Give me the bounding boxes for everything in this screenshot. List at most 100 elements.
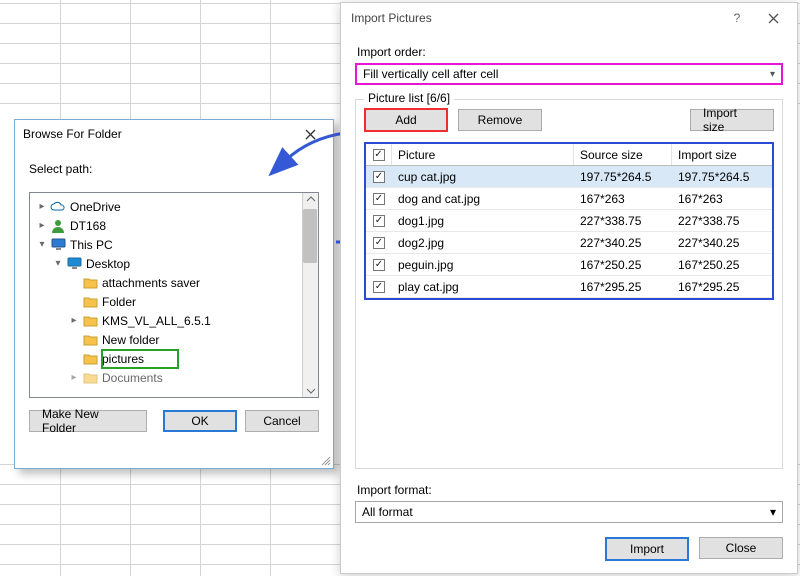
row-checkbox[interactable] [366,171,392,183]
tree-label: This PC [70,236,113,254]
header-picture[interactable]: Picture [392,144,574,165]
table-row[interactable]: peguin.jpg167*250.25167*250.25 [366,254,772,276]
resize-grip-icon[interactable] [321,456,331,466]
btn-label: Close [726,541,757,555]
ok-button[interactable]: OK [163,410,237,432]
tree-item-pictures[interactable]: pictures [68,349,316,368]
chevron-down-icon: ▾ [36,236,48,254]
cell-picture: play cat.jpg [392,280,574,294]
cell-import-size: 227*338.75 [672,214,772,228]
table-row[interactable]: dog1.jpg227*338.75227*338.75 [366,210,772,232]
cell-import-size: 167*295.25 [672,280,772,294]
row-checkbox[interactable] [366,237,392,249]
bff-title-text: Browse For Folder [23,120,122,148]
checkbox-icon [373,215,385,227]
tree-item-thispc[interactable]: ▾ This PC [36,235,316,254]
combo-value: Fill vertically cell after cell [363,67,498,81]
close-button[interactable] [755,5,791,31]
tree-item-newfolder[interactable]: New folder [68,330,316,349]
cell-picture: dog1.jpg [392,214,574,228]
tree-label-selected: pictures [102,350,178,368]
checkbox-icon [373,171,385,183]
btn-label: Import [630,542,664,556]
header-import-size[interactable]: Import size [672,144,772,165]
table-row[interactable]: cup cat.jpg197.75*264.5197.75*264.5 [366,166,772,188]
cell-picture: peguin.jpg [392,258,574,272]
cell-import-size: 197.75*264.5 [672,170,772,184]
chevron-right-icon: ▸ [68,369,80,387]
btn-label: Cancel [263,414,300,428]
picture-table: Picture Source size Import size cup cat.… [364,142,774,300]
chevron-down-icon: ▾ [770,69,775,80]
remove-button[interactable]: Remove [458,109,542,131]
close-button[interactable]: Close [699,537,783,559]
chevron-right-icon: ▸ [36,198,48,216]
select-path-label: Select path: [29,162,319,176]
scrollbar-thumb[interactable] [303,209,317,263]
cell-import-size: 167*263 [672,192,772,206]
checkbox-icon [373,237,385,249]
cancel-button[interactable]: Cancel [245,410,319,432]
checkbox-icon [373,193,385,205]
make-new-folder-button[interactable]: Make New Folder [29,410,147,432]
tree-item-documents[interactable]: ▸ Documents [68,368,316,387]
tree-label: Desktop [86,255,130,273]
tree-label: OneDrive [70,198,121,216]
tree-label: DT168 [70,217,106,235]
btn-label: Add [395,113,416,127]
header-checkbox[interactable] [366,144,392,165]
combo-value: All format [362,505,413,519]
table-row[interactable]: play cat.jpg167*295.25167*295.25 [366,276,772,298]
import-pictures-dialog: Import Pictures ? Import order: Fill ver… [340,2,798,574]
tree-label: Documents [102,369,163,387]
cell-source-size: 167*250.25 [574,258,672,272]
import-format-combo[interactable]: All format ▾ [355,501,783,523]
cell-source-size: 167*263 [574,192,672,206]
folder-icon [82,313,98,329]
tree-label: Folder [102,293,136,311]
row-checkbox[interactable] [366,281,392,293]
checkbox-icon [373,281,385,293]
scroll-down-icon [303,385,319,397]
ip-titlebar[interactable]: Import Pictures ? [341,3,797,33]
close-icon [768,13,779,24]
chevron-down-icon: ▾ [770,505,776,519]
row-checkbox[interactable] [366,259,392,271]
scrollbar[interactable] [302,193,318,397]
tree-item-attachments[interactable]: attachments saver [68,273,316,292]
import-order-label: Import order: [357,45,783,59]
import-size-button[interactable]: Import size [690,109,774,131]
table-row[interactable]: dog and cat.jpg167*263167*263 [366,188,772,210]
folder-icon [82,275,98,291]
add-button[interactable]: Add [364,108,448,132]
chevron-right-icon: ▸ [36,217,48,235]
tree-item-onedrive[interactable]: ▸ OneDrive [36,197,316,216]
cell-source-size: 167*295.25 [574,280,672,294]
chevron-down-icon: ▾ [52,255,64,273]
table-row[interactable]: dog2.jpg227*340.25227*340.25 [366,232,772,254]
tree-item-folder[interactable]: Folder [68,292,316,311]
row-checkbox[interactable] [366,193,392,205]
tree-item-desktop[interactable]: ▾ Desktop [52,254,316,273]
monitor-icon [50,237,66,253]
btn-label: Remove [478,113,523,127]
import-button[interactable]: Import [605,537,689,561]
cloud-icon [50,199,66,215]
import-order-combo[interactable]: Fill vertically cell after cell ▾ [355,63,783,85]
tree-item-dt168[interactable]: ▸ DT168 [36,216,316,235]
folder-icon [82,370,98,386]
table-header: Picture Source size Import size [366,144,772,166]
btn-label: Import size [703,106,761,134]
help-button[interactable]: ? [719,5,755,31]
header-source-size[interactable]: Source size [574,144,672,165]
row-checkbox[interactable] [366,215,392,227]
folder-tree[interactable]: ▸ OneDrive ▸ DT168 ▾ This PC ▾ D [29,192,319,398]
tree-item-kms[interactable]: ▸ KMS_VL_ALL_6.5.1 [68,311,316,330]
tree-label: New folder [102,331,159,349]
cell-picture: cup cat.jpg [392,170,574,184]
dialog-title: Import Pictures [347,11,719,25]
tree-label: KMS_VL_ALL_6.5.1 [102,312,211,330]
cell-picture: dog and cat.jpg [392,192,574,206]
scroll-up-icon [303,193,319,205]
cell-source-size: 227*340.25 [574,236,672,250]
